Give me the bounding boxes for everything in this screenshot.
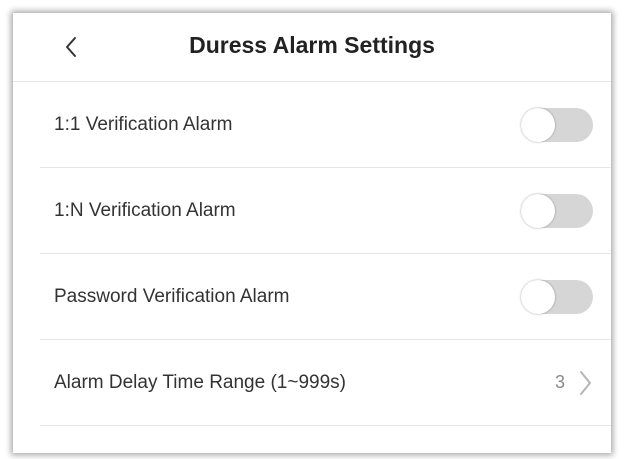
setting-row-password-verification-alarm[interactable]: Password Verification Alarm [40,254,611,340]
toggle-knob [521,280,555,314]
alarm-toggle[interactable] [521,108,593,142]
setting-label: Alarm Delay Time Range (1~999s) [54,372,346,393]
chevron-right-icon [580,371,591,395]
alarm-toggle[interactable] [521,194,593,228]
setting-label: Password Verification Alarm [54,286,290,307]
toggle-knob [521,194,555,228]
setting-row-1to1-verification-alarm[interactable]: 1:1 Verification Alarm [40,82,611,168]
setting-label: 1:N Verification Alarm [54,200,236,221]
setting-row-alarm-delay-time[interactable]: Alarm Delay Time Range (1~999s) 3 [40,340,611,426]
setting-label: 1:1 Verification Alarm [54,114,233,135]
header-bar: Duress Alarm Settings [13,13,611,82]
alarm-toggle[interactable] [521,280,593,314]
screen: Duress Alarm Settings 1:1 Verification A… [13,13,611,453]
setting-row-1toN-verification-alarm[interactable]: 1:N Verification Alarm [40,168,611,254]
alarm-delay-value: 3 [554,372,565,392]
page-title: Duress Alarm Settings [189,32,435,58]
toggle-knob [521,108,555,142]
